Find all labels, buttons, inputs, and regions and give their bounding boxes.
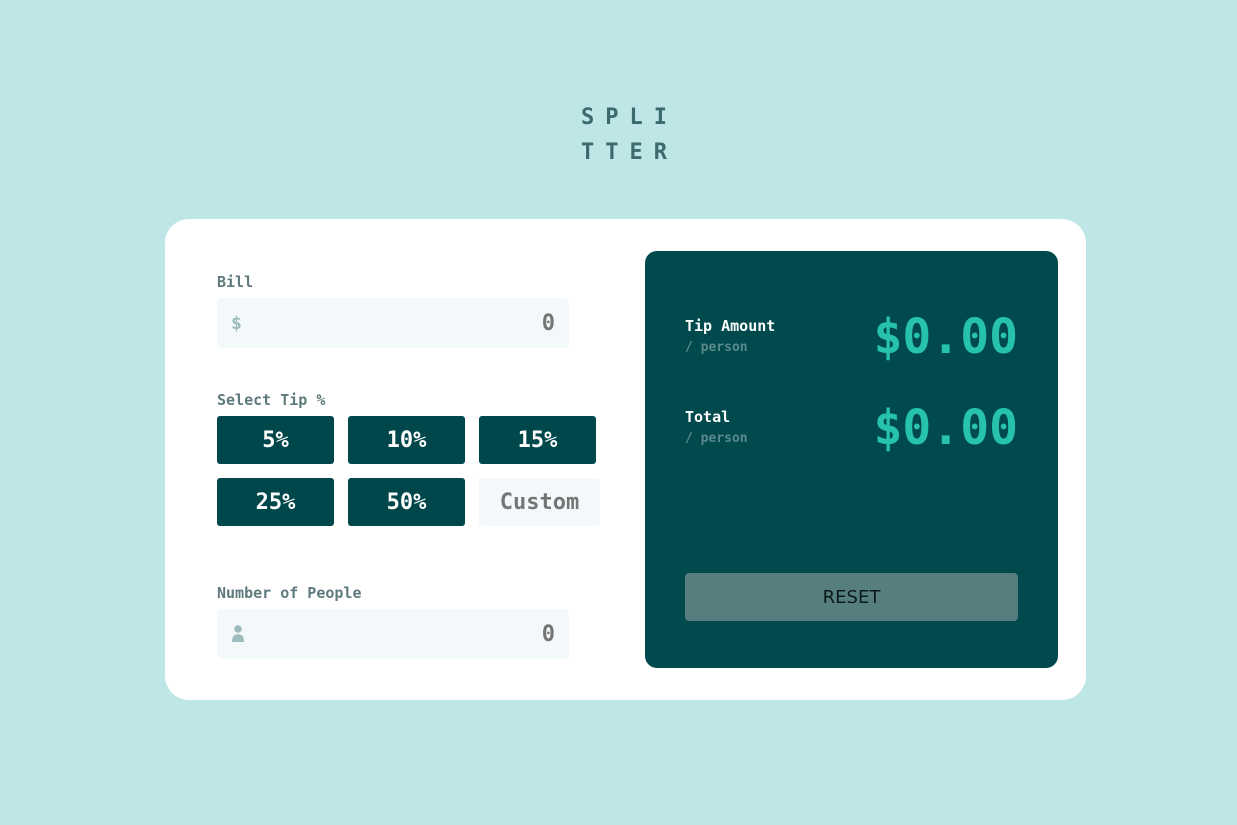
results-panel: Tip Amount / person $0.00 Total / person… [645,251,1058,668]
tip-5-button[interactable]: 5% [217,416,334,464]
app-logo: SPLI TTER [581,100,678,170]
total-sub: / person [685,431,748,446]
dollar-icon: $ [231,312,242,334]
people-label: Number of People [217,584,362,602]
people-input[interactable]: 0 [217,609,569,659]
bill-value: 0 [541,310,555,336]
person-icon [232,625,244,642]
bill-input[interactable]: $ 0 [217,298,569,348]
bill-label: Bill [217,273,254,291]
logo-line-2: TTER [581,140,678,165]
tip-custom-input[interactable]: Custom [479,478,600,526]
tip-50-button[interactable]: 50% [348,478,465,526]
calculator-card: Bill $ 0 Select Tip % 5% 10% 15% 25% 50%… [165,219,1086,700]
tip-amount-value: $0.00 [873,309,1019,365]
people-value: 0 [541,621,555,647]
tip-amount-label: Tip Amount [685,317,776,335]
tip-amount-sub: / person [685,340,748,355]
total-label: Total [685,408,731,426]
reset-button[interactable]: RESET [685,573,1018,621]
logo-line-1: SPLI [581,105,678,130]
tip-10-button[interactable]: 10% [348,416,465,464]
tip-25-button[interactable]: 25% [217,478,334,526]
tip-label: Select Tip % [217,391,326,409]
tip-15-button[interactable]: 15% [479,416,596,464]
total-value: $0.00 [873,400,1019,456]
